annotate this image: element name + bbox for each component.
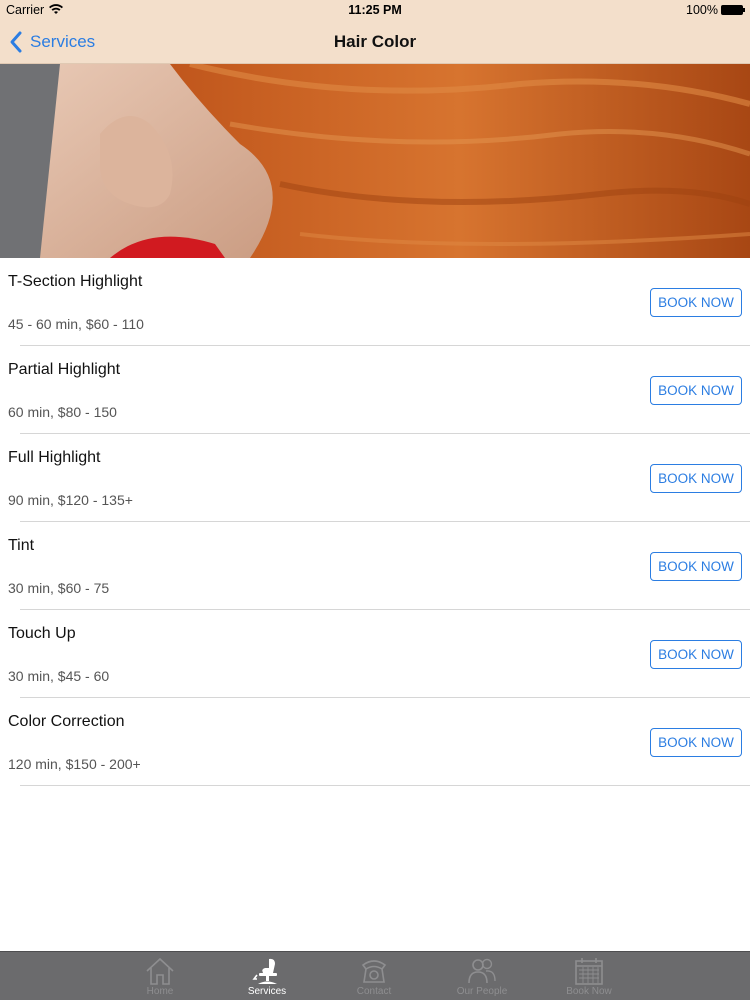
service-detail: 30 min, $60 - 75 (8, 580, 110, 596)
service-row: Partial Highlight 60 min, $80 - 150 BOOK… (0, 346, 750, 434)
page-title: Hair Color (333, 32, 417, 51)
service-row: Tint 30 min, $60 - 75 BOOK NOW (0, 522, 750, 610)
battery-percent: 100% (686, 3, 718, 17)
status-bar: Carrier 11:25 PM 100% (0, 0, 750, 20)
people-icon (468, 958, 496, 984)
service-name: Color Correction (8, 713, 125, 730)
tab-contact[interactable]: Contact (342, 952, 406, 1000)
navigation-bar: Services Hair Color (0, 20, 750, 64)
status-time: 11:25 PM (348, 3, 402, 17)
service-detail: 30 min, $45 - 60 (8, 668, 110, 684)
service-row: Touch Up 30 min, $45 - 60 BOOK NOW (0, 610, 750, 698)
tab-our-people[interactable]: Our People (450, 952, 514, 1000)
tab-bar: Home Services Contact Our People Book No… (0, 951, 750, 1000)
tab-book-now[interactable]: Book Now (557, 952, 621, 1000)
service-detail: 120 min, $150 - 200+ (8, 756, 141, 772)
service-row: Full Highlight 90 min, $120 - 135+ BOOK … (0, 434, 750, 522)
tab-label: Contact (356, 986, 392, 997)
calendar-icon (575, 958, 603, 985)
service-name: Touch Up (8, 625, 76, 642)
tab-services[interactable]: Services (235, 952, 299, 1000)
service-detail: 60 min, $80 - 150 (8, 404, 117, 420)
service-name: Tint (8, 537, 35, 554)
tab-label: Services (247, 986, 287, 997)
book-now-button[interactable]: BOOK NOW (650, 552, 742, 581)
service-detail: 45 - 60 min, $60 - 110 (8, 316, 144, 332)
book-now-button[interactable]: BOOK NOW (650, 640, 742, 669)
book-now-button[interactable]: BOOK NOW (650, 376, 742, 405)
row-divider (20, 785, 750, 786)
salon-chair-icon (252, 958, 277, 984)
tab-label: Home (146, 986, 174, 997)
house-icon (146, 957, 174, 985)
service-row: Color Correction 120 min, $150 - 200+ BO… (0, 698, 750, 786)
book-now-button[interactable]: BOOK NOW (650, 464, 742, 493)
service-name: T-Section Highlight (8, 273, 143, 290)
book-now-button[interactable]: BOOK NOW (650, 728, 742, 757)
service-detail: 90 min, $120 - 135+ (8, 492, 133, 508)
service-row: T-Section Highlight 45 - 60 min, $60 - 1… (0, 258, 750, 346)
service-name: Partial Highlight (8, 361, 121, 378)
phone-icon (361, 960, 387, 983)
book-now-button[interactable]: BOOK NOW (650, 288, 742, 317)
tab-label: Our People (456, 986, 508, 997)
service-list: T-Section Highlight 45 - 60 min, $60 - 1… (0, 258, 750, 786)
hero-image (0, 64, 750, 258)
tab-home[interactable]: Home (128, 952, 192, 1000)
battery-icon (721, 5, 745, 15)
service-name: Full Highlight (8, 449, 101, 466)
tab-label: Book Now (566, 986, 612, 997)
hero-illustration (0, 64, 750, 258)
